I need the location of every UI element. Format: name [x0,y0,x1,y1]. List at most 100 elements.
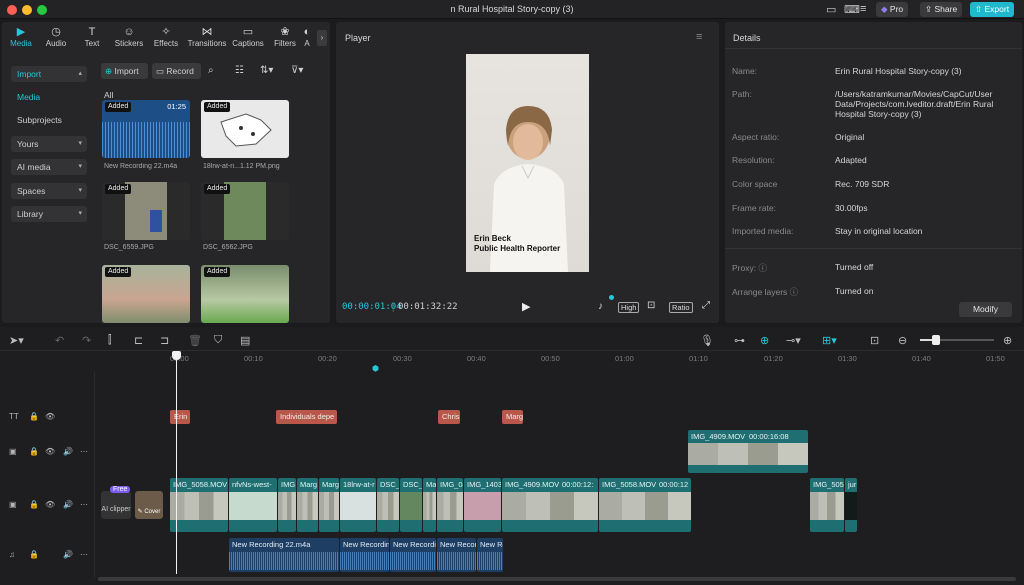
video-clip[interactable]: DSC_ [377,478,399,532]
import-button[interactable]: ⊕ Import [101,63,148,79]
audio-clip[interactable]: New Re [477,538,503,572]
fullscreen-icon[interactable]: ⤢ [702,300,710,311]
quality-button[interactable]: High [618,302,640,313]
lock-icon[interactable]: 🔒 [29,500,39,509]
audio-clip[interactable]: New Recording 22.m4a [229,538,339,572]
redo-icon[interactable]: ↷ [82,334,91,347]
tab-audio[interactable]: ◷ Audio [39,26,73,48]
preview-axis-icon[interactable]: ⊞▾ [822,334,837,347]
video-clip[interactable]: nfvNs-west- [229,478,277,532]
sort-icon[interactable]: ⇅▾ [260,65,273,76]
speaker-icon[interactable]: 🔊 [63,550,73,559]
playhead[interactable] [176,352,177,574]
split-icon[interactable]: ⫿ [108,334,112,347]
export-button[interactable]: ⇧ Export [970,2,1015,17]
media-item-photo[interactable]: Added [102,182,190,240]
trim-right-icon[interactable]: ⊐ [160,334,169,347]
chain-icon[interactable]: ⊸▾ [786,334,801,347]
ai-clipper-button[interactable]: AI clipper [101,491,131,519]
text-clip[interactable]: Chris [438,410,460,424]
zoom-out-icon[interactable]: ⊖ [898,334,907,347]
audio-clip[interactable]: New Recordi [390,538,436,572]
video-clip[interactable]: IMG [278,478,296,532]
tab-captions[interactable]: ▭ Captions [230,26,266,48]
sidebar-item-yours[interactable]: Yours ▾ [11,136,87,152]
video-clip[interactable]: IMG_5058.MOV [170,478,228,532]
media-item-photo[interactable]: Added [201,265,289,323]
media-item-photo[interactable]: Added [201,182,289,240]
info-icon[interactable]: ⓘ [758,263,767,273]
lock-icon[interactable]: 🔒 [29,447,39,456]
eye-icon[interactable]: 👁 [45,412,55,421]
link-icon[interactable]: ⊶ [734,334,745,347]
audio-clip[interactable]: New Recor [437,538,476,572]
tab-media[interactable]: ▶ Media [4,26,38,48]
text-clip[interactable]: Marg [502,410,523,424]
grid-view-icon[interactable]: ☷ [235,65,244,76]
tab-adjust[interactable]: ◐ A [300,26,314,48]
filter-all[interactable]: All [104,90,113,100]
magnet-icon[interactable]: ⊕ [760,334,769,347]
zoom-slider[interactable] [920,335,994,345]
overlay-video-clip[interactable]: IMG_4909.MOV 00:00:16:08 [688,430,808,473]
sidebar-item-subprojects[interactable]: Subprojects [17,115,62,125]
tab-filters[interactable]: ❀ Filters [268,26,302,48]
menu-icon[interactable]: ≡ [696,31,702,43]
chevron-right-icon[interactable]: › [317,30,327,46]
video-clip[interactable]: IMG_1403 [464,478,501,532]
media-item-recording[interactable]: Added 01:25 [102,100,190,158]
share-button[interactable]: ⇪ Share [920,2,963,17]
delete-icon[interactable]: 🗑 [188,334,202,347]
ratio-button[interactable]: Ratio [669,302,693,313]
crop-icon[interactable]: ▤ [240,334,250,347]
tab-text[interactable]: T Text [75,26,109,48]
text-clip[interactable]: Individuals depe [276,410,337,424]
zoom-in-icon[interactable]: ⊕ [1003,334,1012,347]
video-clip[interactable]: IMG_5058.MOV 00:00:12 [599,478,691,532]
video-clip[interactable]: DSC_ [400,478,422,532]
media-item-photo[interactable]: Added [102,265,190,323]
marker-icon[interactable]: ⬢ [372,364,379,373]
more-icon[interactable]: ⋯ [80,550,88,559]
sidebar-item-import[interactable]: Import ▴ [11,66,87,82]
video-clip[interactable]: Marg [319,478,339,532]
layout-icon[interactable]: ▭ [826,3,836,16]
video-clip[interactable]: IMG_04 [437,478,463,532]
timeline-scrollbar[interactable] [98,577,1016,581]
video-clip[interactable]: IMG_4909.MOV 00:00:12: [502,478,598,532]
video-clip[interactable]: 18lrw-at-r [340,478,376,532]
modify-button[interactable]: Modify [959,302,1012,317]
menu-icon[interactable]: ≡ [860,3,866,15]
speaker-icon[interactable]: 🔊 [63,447,73,456]
eye-icon[interactable]: 👁 [45,500,55,509]
video-preview[interactable]: Erin Beck Public Health Reporter [466,54,589,272]
text-clip[interactable]: Erin B [170,410,190,424]
tab-stickers[interactable]: ☺ Stickers [112,26,146,48]
zoom-slider-handle[interactable] [932,335,940,345]
cover-button[interactable]: ✎ Cover [135,491,163,519]
tab-effects[interactable]: ✧ Effects [149,26,183,48]
filter-icon[interactable]: ⊽▾ [291,65,303,76]
microphone-icon[interactable]: 🎙 [700,334,714,347]
more-icon[interactable]: ⋯ [80,447,88,456]
lock-icon[interactable]: 🔒 [29,412,39,421]
sidebar-item-library[interactable]: Library ▾ [11,206,87,222]
undo-icon[interactable]: ↶ [55,334,64,347]
select-tool-icon[interactable]: ➤▾ [9,334,24,347]
more-icon[interactable]: ⋯ [80,500,88,509]
record-button[interactable]: ▭ Record [152,63,201,79]
audio-clip[interactable]: New Recordin [340,538,389,572]
sidebar-item-media[interactable]: Media [17,92,40,102]
tab-transitions[interactable]: ⋈ Transitions [187,26,227,48]
video-clip[interactable]: jur [845,478,857,532]
info-icon[interactable]: ⓘ [790,287,799,297]
sidebar-item-ai-media[interactable]: AI media ▾ [11,159,87,175]
caption-track-icon[interactable]: ⊡ [870,334,879,347]
search-icon[interactable]: ⌕ [208,65,214,76]
video-clip[interactable]: Marg [297,478,318,532]
tiktok-icon[interactable]: ♪ [598,301,603,312]
video-clip[interactable]: IMG_505 [810,478,844,532]
video-clip[interactable]: Ma [423,478,436,532]
play-icon[interactable]: ▶ [522,300,530,313]
sidebar-item-spaces[interactable]: Spaces ▾ [11,183,87,199]
